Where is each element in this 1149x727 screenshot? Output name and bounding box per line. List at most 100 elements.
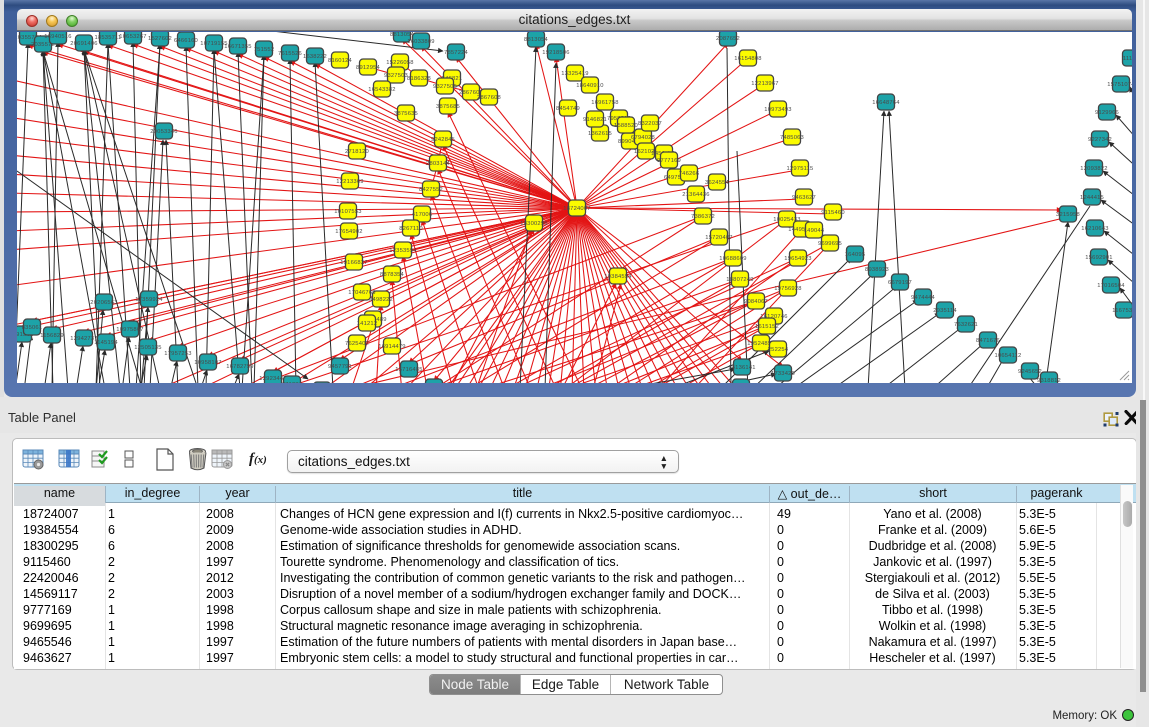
svg-text:9498222: 9498222 — [369, 297, 393, 303]
svg-text:2718120: 2718120 — [345, 149, 369, 155]
svg-text:21364436: 21364436 — [682, 192, 709, 198]
svg-text:1527602: 1527602 — [148, 36, 172, 42]
svg-text:3875685: 3875685 — [436, 104, 460, 110]
svg-text:16782759: 16782759 — [226, 364, 253, 370]
svg-text:1167534: 1167534 — [1112, 308, 1132, 314]
svg-text:10958107: 10958107 — [194, 360, 221, 366]
svg-text:19218506: 19218506 — [542, 50, 569, 56]
svg-text:20053346: 20053346 — [150, 129, 177, 135]
svg-text:9227342: 9227342 — [1088, 137, 1112, 143]
svg-text:10107553: 10107553 — [334, 209, 361, 215]
svg-text:17016504: 17016504 — [1097, 283, 1125, 289]
svg-text:835061: 835061 — [22, 325, 43, 331]
svg-text:8160124: 8160124 — [328, 58, 353, 64]
svg-text:10975867: 10975867 — [116, 327, 143, 333]
svg-text:12213967: 12213967 — [751, 81, 778, 87]
svg-text:16648764: 16648764 — [872, 100, 900, 106]
svg-text:17046766: 17046766 — [348, 290, 375, 296]
svg-text:18640910: 18640910 — [576, 83, 603, 89]
svg-text:17957253: 17957253 — [164, 351, 191, 357]
svg-text:9115460: 9115460 — [821, 210, 845, 216]
svg-text:15692901: 15692901 — [1085, 255, 1112, 261]
svg-text:252254: 252254 — [768, 347, 789, 353]
svg-text:16210643: 16210643 — [1081, 226, 1108, 232]
svg-text:2935114: 2935114 — [933, 308, 957, 314]
svg-text:8912954: 8912954 — [356, 65, 381, 71]
svg-text:10654112: 10654112 — [995, 353, 1022, 359]
svg-text:9474444: 9474444 — [911, 295, 936, 301]
svg-text:16033809: 16033809 — [407, 39, 434, 45]
svg-text:15751074: 15751074 — [1107, 82, 1132, 88]
svg-text:8454749: 8454749 — [556, 106, 580, 112]
svg-text:10653267: 10653267 — [119, 34, 146, 40]
svg-text:141212: 141212 — [357, 321, 378, 327]
svg-text:3624554: 3624554 — [705, 180, 730, 186]
svg-text:2087652: 2087652 — [716, 36, 740, 42]
svg-text:8267110: 8267110 — [399, 226, 423, 232]
svg-text:18535711: 18535711 — [95, 35, 122, 41]
svg-text:9084067: 9084067 — [744, 299, 768, 305]
svg-text:1244415: 1244415 — [1080, 195, 1104, 201]
svg-text:7386372: 7386372 — [691, 214, 715, 220]
svg-text:19384554: 19384554 — [604, 274, 632, 280]
svg-text:16940516: 16940516 — [44, 34, 71, 40]
svg-text:9327503: 9327503 — [384, 73, 408, 79]
svg-text:8186328: 8186328 — [407, 76, 431, 82]
svg-text:18300295: 18300295 — [520, 221, 547, 227]
svg-text:8813054: 8813054 — [390, 32, 415, 38]
svg-text:19756928: 19756928 — [774, 286, 801, 292]
svg-text:16543382: 16543382 — [368, 87, 395, 93]
svg-text:8322037: 8322037 — [638, 121, 662, 127]
svg-text:1588520: 1588520 — [614, 123, 638, 129]
svg-text:7615526: 7615526 — [278, 51, 302, 57]
svg-text:149044: 149044 — [804, 228, 825, 234]
svg-text:16154808: 16154808 — [734, 56, 761, 62]
svg-text:9242845: 9242845 — [431, 137, 455, 143]
svg-text:9245652: 9245652 — [1018, 369, 1042, 375]
svg-text:16914479: 16914479 — [378, 344, 405, 350]
svg-text:8938923: 8938923 — [865, 267, 889, 273]
svg-text:2867608: 2867608 — [477, 95, 501, 101]
svg-text:12213369: 12213369 — [336, 179, 363, 185]
svg-text:7625402: 7625402 — [345, 341, 369, 347]
svg-text:11123: 11123 — [1123, 56, 1132, 62]
svg-text:6679197: 6679197 — [888, 280, 912, 286]
svg-text:12353594: 12353594 — [389, 248, 417, 254]
svg-text:10973493: 10973493 — [764, 107, 791, 113]
svg-text:8813054: 8813054 — [524, 37, 549, 43]
svg-text:8878354: 8878354 — [380, 272, 405, 278]
svg-text:7485063: 7485063 — [780, 135, 804, 141]
svg-text:19654923: 19654923 — [784, 256, 811, 262]
svg-text:20206563: 20206563 — [90, 300, 117, 306]
svg-text:164095: 164095 — [845, 252, 866, 258]
svg-text:1638222: 1638222 — [303, 54, 327, 60]
svg-text:7632621: 7632621 — [954, 322, 978, 328]
svg-text:6794028: 6794028 — [631, 135, 655, 141]
svg-text:19166827: 19166827 — [340, 260, 367, 266]
svg-text:9129966: 9129966 — [1095, 110, 1119, 116]
svg-text:15716485: 15716485 — [395, 367, 422, 373]
svg-text:9777169: 9777169 — [657, 158, 681, 164]
svg-text:14136141: 14136141 — [728, 365, 755, 371]
svg-text:9327505: 9327505 — [433, 84, 457, 90]
svg-text:751552: 751552 — [254, 47, 275, 53]
svg-text:8427552: 8427552 — [419, 187, 443, 193]
svg-text:17359924: 17359924 — [135, 297, 163, 303]
svg-text:7857224: 7857224 — [444, 50, 469, 56]
svg-text:18724007: 18724007 — [563, 206, 590, 212]
svg-text:6466160: 6466160 — [174, 38, 198, 44]
svg-text:20691406: 20691406 — [70, 41, 97, 47]
svg-text:1145194: 1145194 — [94, 340, 118, 346]
svg-text:12505135: 12505135 — [134, 345, 161, 351]
svg-text:9146821: 9146821 — [583, 117, 607, 123]
svg-text:12975115: 12975115 — [787, 166, 814, 172]
svg-text:16671355: 16671355 — [224, 44, 251, 50]
svg-text:12093822: 12093822 — [1080, 166, 1107, 172]
svg-text:16961758: 16961758 — [591, 100, 618, 106]
svg-text:10688609: 10688609 — [719, 256, 746, 262]
svg-text:1733426: 1733426 — [771, 371, 795, 377]
svg-text:1156829: 1156829 — [40, 333, 64, 339]
svg-text:17654902: 17654902 — [335, 229, 362, 235]
svg-text:3875635: 3875635 — [394, 111, 418, 117]
svg-text:1362615: 1362615 — [588, 131, 612, 137]
